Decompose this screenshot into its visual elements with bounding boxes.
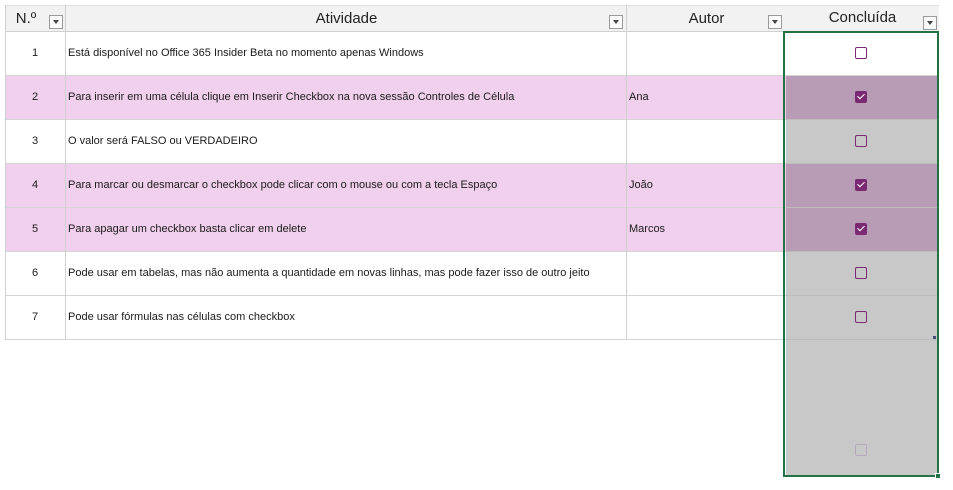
row-activity[interactable]: O valor será FALSO ou VERDADEIRO (68, 120, 623, 163)
row-author[interactable] (629, 252, 779, 295)
row-author[interactable]: Marcos (629, 208, 779, 251)
done-cell[interactable] (786, 252, 937, 296)
selected-empty-cells[interactable] (786, 340, 937, 475)
row-number[interactable]: 3 (5, 120, 65, 163)
checkbox-icon[interactable] (855, 267, 867, 279)
header-num-label: N.º (15, 10, 37, 27)
row-number[interactable]: 6 (5, 252, 65, 295)
row-activity[interactable]: Para marcar ou desmarcar o checkbox pode… (68, 164, 623, 207)
done-cell[interactable] (786, 164, 937, 208)
spreadsheet: N.º Atividade Autor Concluída 1 Está dis… (0, 0, 953, 490)
checkbox-icon[interactable] (855, 91, 867, 103)
row-number[interactable]: 1 (5, 32, 65, 75)
checkbox-icon[interactable] (855, 47, 867, 59)
row-activity[interactable]: Pode usar em tabelas, mas não aumenta a … (68, 252, 623, 295)
table-row[interactable]: 1 Está disponível no Office 365 Insider … (5, 32, 786, 76)
header-author-label: Autor (688, 10, 725, 27)
table-row[interactable]: 6 Pode usar em tabelas, mas não aumenta … (5, 252, 786, 296)
header-activity[interactable]: Atividade (66, 5, 627, 32)
filter-activity-icon[interactable] (609, 15, 623, 29)
row-author[interactable] (629, 296, 779, 339)
row-author[interactable] (629, 32, 779, 75)
row-number[interactable]: 7 (5, 296, 65, 339)
row-number[interactable]: 4 (5, 164, 65, 207)
header-num[interactable]: N.º (5, 5, 66, 32)
column-border (626, 5, 627, 340)
row-activity[interactable]: Pode usar fórmulas nas células com check… (68, 296, 623, 339)
table-row[interactable]: 7 Pode usar fórmulas nas células com che… (5, 296, 786, 340)
fill-handle[interactable] (935, 473, 941, 479)
row-author[interactable] (629, 120, 779, 163)
table-row[interactable]: 2 Para inserir em uma célula clique em I… (5, 76, 786, 120)
filter-done-icon[interactable] (923, 16, 937, 30)
column-border (65, 5, 66, 340)
row-activity[interactable]: Está disponível no Office 365 Insider Be… (68, 32, 623, 75)
row-activity[interactable]: Para inserir em uma célula clique em Ins… (68, 76, 623, 119)
table-row[interactable]: 3 O valor será FALSO ou VERDADEIRO (5, 120, 786, 164)
header-author[interactable]: Autor (627, 5, 786, 32)
row-number[interactable]: 2 (5, 76, 65, 119)
header-done[interactable]: Concluída (786, 5, 939, 32)
column-border (5, 5, 6, 340)
done-cell[interactable] (786, 208, 937, 252)
done-cell[interactable] (786, 76, 937, 120)
table-row[interactable]: 5 Para apagar um checkbox basta clicar e… (5, 208, 786, 252)
header-done-label: Concluída (828, 9, 897, 26)
checkbox-icon[interactable] (855, 311, 867, 323)
done-cell[interactable] (786, 120, 937, 164)
row-number[interactable]: 5 (5, 208, 65, 251)
row-author[interactable]: João (629, 164, 779, 207)
checkbox-icon[interactable] (855, 179, 867, 191)
done-cell[interactable] (786, 296, 937, 340)
row-author[interactable]: Ana (629, 76, 779, 119)
faded-checkbox-icon[interactable] (855, 444, 867, 456)
row-activity[interactable]: Para apagar um checkbox basta clicar em … (68, 208, 623, 251)
checkbox-icon[interactable] (855, 223, 867, 235)
filter-num-icon[interactable] (49, 15, 63, 29)
done-cell[interactable] (786, 32, 937, 76)
filter-author-icon[interactable] (768, 15, 782, 29)
header-activity-label: Atividade (315, 10, 378, 27)
table-resize-handle[interactable] (933, 336, 936, 339)
checkbox-icon[interactable] (855, 135, 867, 147)
table-row[interactable]: 4 Para marcar ou desmarcar o checkbox po… (5, 164, 786, 208)
